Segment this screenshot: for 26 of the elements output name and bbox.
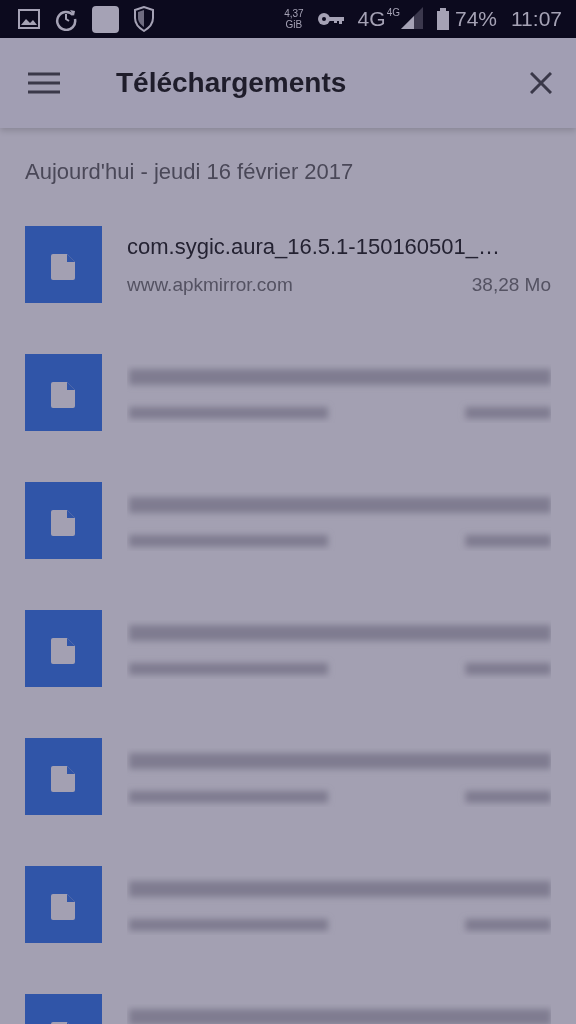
file-icon	[25, 226, 102, 303]
battery-level: 74%	[454, 7, 497, 31]
menu-button[interactable]	[28, 72, 60, 94]
image-icon	[18, 9, 40, 29]
file-icon	[25, 866, 102, 943]
file-icon	[25, 354, 102, 431]
file-icon	[25, 610, 102, 687]
section-heading: Aujourd'hui - jeudi 16 février 2017	[25, 159, 355, 185]
file-icon	[25, 482, 102, 559]
shield-icon	[133, 6, 155, 32]
file-size: 38,28 Mo	[471, 273, 551, 296]
clock-time: 11:07	[511, 7, 562, 31]
storage-amount: 4,37	[284, 8, 304, 19]
network-type: 4G	[357, 7, 386, 31]
storage-unit: GiB	[285, 19, 303, 30]
battery-icon	[436, 8, 449, 30]
toolbar-title: Téléchargements	[116, 67, 348, 99]
signal-icon	[400, 7, 423, 29]
app-icon	[92, 5, 119, 33]
file-name[interactable]: com.sygic.aura_16.5.1-150160501_…	[127, 233, 551, 260]
key-icon	[317, 12, 344, 26]
network-type-small: 4G	[386, 7, 400, 18]
clock-refresh-icon	[54, 7, 78, 31]
close-button[interactable]	[530, 72, 552, 94]
file-source: www.apkmirror.com	[127, 273, 293, 296]
file-icon	[25, 738, 102, 815]
